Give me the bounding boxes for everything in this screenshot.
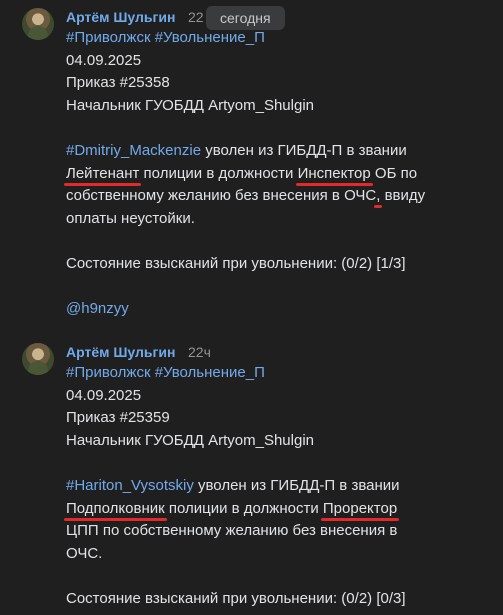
hashtag-link[interactable]: #Приволжск <box>66 364 151 381</box>
text-fragment: уволен из ГИБДД-П в звании <box>201 141 407 159</box>
text-fragment: полиции в должности <box>139 164 298 182</box>
post-date: 04.09.2025 <box>66 386 142 404</box>
author-name[interactable]: Артём Шульгин <box>66 344 175 360</box>
mention-link[interactable]: @h9nzyy <box>66 300 129 317</box>
position-underlined: Проректор <box>322 499 398 517</box>
hashtag-link[interactable]: #Увольнение_П <box>155 29 265 46</box>
post-time[interactable]: 22ч <box>188 344 211 360</box>
order-number: Приказ #25358 <box>66 74 170 92</box>
text-fragment: ОБ по <box>370 164 418 182</box>
hashtag-link[interactable]: #Увольнение_П <box>155 364 265 381</box>
chief-line: Начальник ГУОБДД Artyom_Shulgin <box>66 431 314 449</box>
post-date: 04.09.2025 <box>66 51 142 69</box>
penalty-status: Состояние взысканий при увольнении: (0/2… <box>66 254 406 272</box>
position-underlined: Инспектор <box>297 164 371 182</box>
post-body: #Приволжск #Увольнение_П 04.09.2025 Прик… <box>66 27 486 321</box>
text-fragment: ОЧС. <box>66 544 103 562</box>
order-number: Приказ #25359 <box>66 409 170 427</box>
post-body: #Приволжск #Увольнение_П 04.09.2025 Прик… <box>66 362 486 611</box>
text-fragment: собственному желанию без внесения в ОЧС <box>66 187 377 205</box>
author-avatar[interactable] <box>22 343 54 375</box>
hashtag-link[interactable]: #Приволжск <box>66 29 151 46</box>
text-fragment: оплаты неустойки. <box>66 209 195 227</box>
post-time[interactable]: 22 <box>188 9 204 25</box>
text-fragment: ввиду <box>380 187 426 205</box>
comma-underlined: , <box>376 187 381 205</box>
rank-underlined: Лейтенант <box>66 164 140 182</box>
author-avatar[interactable] <box>22 8 54 40</box>
message-feed: Артём Шульгин 22 сегодня #Приволжск #Уво… <box>0 0 503 615</box>
person-hashtag-link[interactable]: #Hariton_Vysotskiy <box>66 477 194 494</box>
chief-line: Начальник ГУОБДД Artyom_Shulgin <box>66 96 314 114</box>
text-fragment: уволен из ГИБДД-П в звании <box>193 476 400 494</box>
text-fragment: полиции в должности <box>164 499 323 517</box>
penalty-status: Состояние взысканий при увольнении: (0/2… <box>66 589 406 607</box>
rank-underlined: Подполковник <box>66 499 165 517</box>
person-hashtag-link[interactable]: #Dmitriy_Mackenzie <box>66 142 201 159</box>
author-name[interactable]: Артём Шульгин <box>66 9 175 25</box>
text-fragment: ЦПП по собственному желанию без внесения… <box>66 522 398 540</box>
